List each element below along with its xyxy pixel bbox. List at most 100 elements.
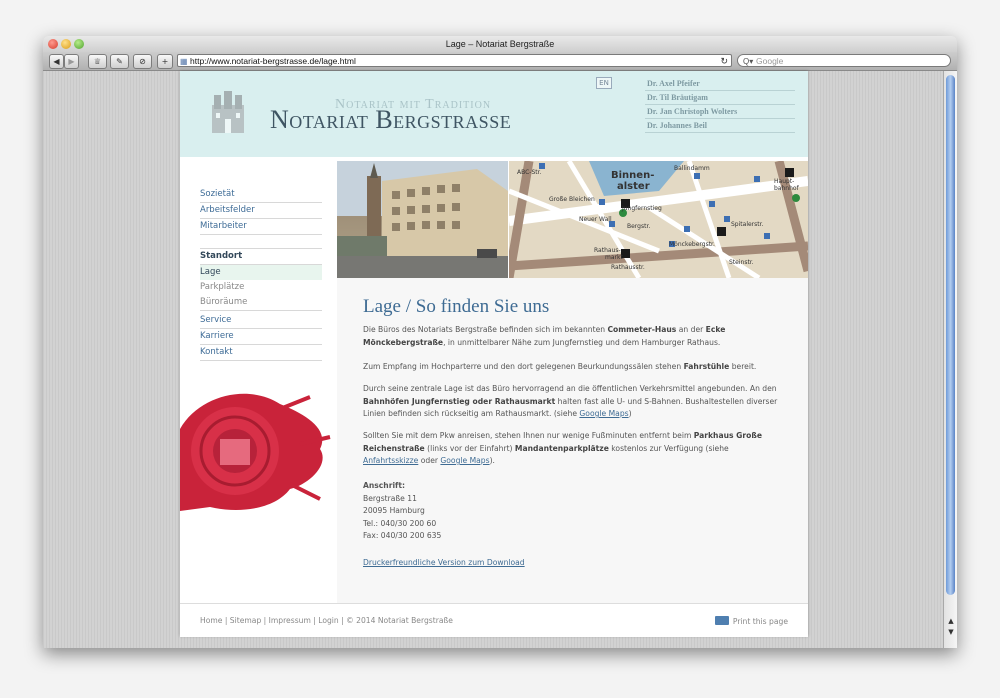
paragraph-parking: Sollten Sie mit dem Pkw anreisen, stehen… (363, 430, 783, 468)
nav-item-sozietaet[interactable]: Sozietät (200, 187, 322, 203)
partner-list: Dr. Axel Pfeifer Dr. Til Bräutigam Dr. J… (645, 77, 795, 133)
google-maps-link[interactable]: Google Maps (440, 456, 489, 465)
nav-item-parkplaetze[interactable]: Parkplätze (200, 280, 322, 295)
back-button[interactable]: ◀ (49, 54, 64, 69)
scrollbar-thumb[interactable] (946, 75, 955, 595)
address-block: Anschrift: Bergstraße 11 20095 Hamburg T… (363, 480, 441, 543)
nav-item-arbeitsfelder[interactable]: Arbeitsfelder (200, 203, 322, 219)
print-page-button[interactable]: Print this page (714, 616, 788, 626)
search-placeholder: Google (756, 56, 784, 66)
main-content: Lage / So finden Sie uns Die Büros des N… (337, 278, 808, 603)
footer-links[interactable]: Home | Sitemap | Impressum | Login | © 2… (200, 616, 453, 625)
map-label: Rathausstr. (611, 264, 645, 271)
print-page-label: Print this page (732, 617, 788, 626)
stop-button[interactable]: ⊘ (133, 54, 152, 69)
web-page: Notariat mit Tradition Notariat Bergstra… (180, 71, 808, 637)
print-version-download-link[interactable]: Druckerfreundliche Version zum Download (363, 558, 525, 567)
address-line: Bergstraße 11 (363, 493, 417, 503)
text: , in unmittelbarer Nähe zum Jungfernstie… (443, 337, 721, 347)
partner-name[interactable]: Dr. Til Bräutigam (645, 91, 795, 105)
search-field[interactable]: Q▾ Google (737, 54, 951, 67)
nav-item-lage[interactable]: Lage (200, 265, 322, 280)
stop-icon: ⊘ (139, 57, 146, 66)
address-bar-url: http://www.notariat-bergstrasse.de/lage.… (190, 56, 356, 66)
site-footer: Home | Sitemap | Impressum | Login | © 2… (180, 603, 808, 637)
address-bar[interactable]: ▦ http://www.notariat-bergstrasse.de/lag… (177, 54, 732, 67)
title-bar: Lage – Notariat Bergstraße (43, 36, 957, 52)
nav-item-kontakt[interactable]: Kontakt (200, 345, 322, 361)
directions-sketch-link[interactable]: Anfahrtsskizze (363, 456, 418, 465)
back-arrow-icon: ◀ (53, 57, 60, 66)
language-switch-button[interactable]: EN (596, 77, 612, 89)
reload-icon[interactable]: ↻ (720, 55, 728, 68)
text-bold: Commeter-Haus (607, 325, 677, 334)
fax-number: Fax: 040/30 200 635 (363, 531, 442, 540)
nav-item-mitarbeiter[interactable]: Mitarbeiter (200, 219, 322, 235)
tools-button[interactable]: ✎ (110, 54, 129, 69)
map-label: markt (605, 254, 623, 261)
window-title: Lage – Notariat Bergstraße (445, 39, 555, 49)
partner-name[interactable]: Dr. Johannes Beil (645, 119, 795, 133)
google-maps-link[interactable]: Google Maps (579, 409, 628, 418)
map-label: Binnen- (611, 170, 655, 181)
scroll-down-arrow-icon[interactable]: ▼ (946, 627, 956, 637)
text-bold: Mandantenparkplätze (514, 443, 609, 453)
wax-seal-image (180, 393, 331, 511)
vertical-scrollbar[interactable]: ▲ ▼ (943, 71, 957, 648)
plus-icon: + (161, 57, 169, 66)
location-map[interactable]: Binnen- alster Jungfernstieg Rathaus- ma… (509, 161, 808, 278)
paragraph-transport: Durch seine zentrale Lage ist das Büro h… (363, 383, 783, 421)
map-label: bahnhof (774, 185, 799, 192)
text: kostenlos zur Verfügung (siehe (608, 443, 729, 453)
add-bookmark-button[interactable]: + (157, 54, 173, 69)
scroll-up-arrow-icon[interactable]: ▲ (946, 616, 956, 626)
map-label: Spitalerstr. (731, 221, 764, 228)
search-icon: Q▾ (743, 57, 754, 66)
browser-window: Lage – Notariat Bergstraße ◀ ▶ ♕ ✎ ⊘ + ▦… (43, 36, 957, 648)
text: Zum Empfang im Hochparterre und den dort… (363, 362, 684, 371)
map-label: Große Bleichen (549, 196, 595, 203)
text: ). (489, 456, 495, 465)
map-label: Haupt- (774, 178, 795, 185)
minimize-window-button[interactable] (61, 39, 71, 49)
map-label: Bergstr. (627, 223, 651, 230)
text: oder (418, 456, 441, 465)
text-bold: Bahnhöfen Jungfernstieg oder Rathausmark… (363, 396, 556, 406)
street-map-image (509, 161, 808, 278)
browser-toolbar: ◀ ▶ ♕ ✎ ⊘ + ▦ http://www.notariat-bergst… (43, 52, 957, 71)
partner-name[interactable]: Dr. Jan Christoph Wolters (645, 105, 795, 119)
map-label: alster (617, 181, 650, 192)
text: Sollten Sie mit dem Pkw anreisen, stehen… (363, 431, 694, 440)
close-window-button[interactable] (48, 39, 58, 49)
site-header: Notariat mit Tradition Notariat Bergstra… (180, 71, 808, 157)
building-photo-image (337, 161, 508, 278)
map-label: Jungfernstieg (622, 205, 662, 212)
nav-item-standort[interactable]: Standort (200, 248, 322, 265)
forward-arrow-icon: ▶ (68, 57, 75, 66)
map-label: ABC-Str. (517, 169, 542, 176)
sidebar-nav: Sozietät Arbeitsfelder Mitarbeiter Stand… (200, 187, 322, 361)
printer-icon (714, 616, 729, 625)
map-label: Rathaus- (594, 247, 621, 254)
paragraph-location: Die Büros des Notariats Bergstraße befin… (363, 324, 783, 349)
nav-item-karriere[interactable]: Karriere (200, 329, 322, 345)
commeter-haus-photo (337, 161, 508, 278)
nav-item-bueroraeume[interactable]: Büroräume (200, 295, 322, 311)
map-label: Neuer Wall (579, 216, 612, 223)
text-bold: Fahrstühle (683, 362, 730, 371)
web-viewport: Notariat mit Tradition Notariat Bergstra… (43, 71, 943, 648)
forward-button[interactable]: ▶ (64, 54, 79, 69)
bookmarks-button[interactable]: ♕ (88, 54, 107, 69)
text: ) (628, 409, 632, 418)
phone-number: Tel.: 040/30 200 60 (363, 518, 437, 528)
nav-item-service[interactable]: Service (200, 313, 322, 329)
text: bereit. (729, 362, 757, 371)
paragraph-elevators: Zum Empfang im Hochparterre und den dort… (363, 361, 783, 374)
address-line: 20095 Hamburg (363, 506, 425, 515)
partner-name[interactable]: Dr. Axel Pfeifer (645, 77, 795, 91)
text: (links vor der Einfahrt) (424, 443, 515, 453)
zoom-window-button[interactable] (74, 39, 84, 49)
map-label: Ballindamm (674, 165, 710, 172)
site-favicon-icon: ▦ (180, 57, 188, 66)
